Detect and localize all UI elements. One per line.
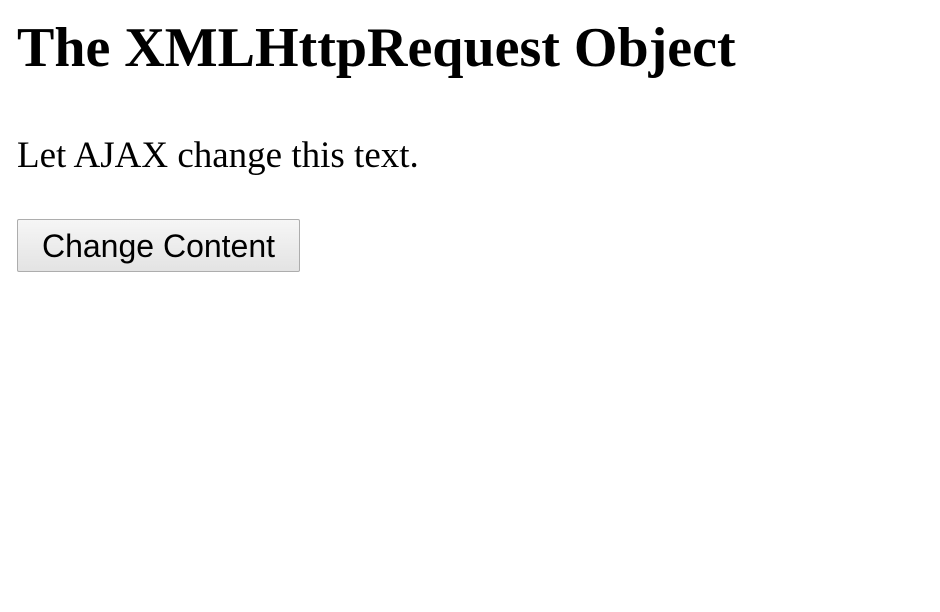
page-container: The XMLHttpRequest Object Let AJAX chang… bbox=[0, 0, 940, 612]
demo-text: Let AJAX change this text. bbox=[17, 135, 419, 176]
page-title: The XMLHttpRequest Object bbox=[17, 17, 736, 79]
change-content-button[interactable]: Change Content bbox=[17, 219, 300, 272]
